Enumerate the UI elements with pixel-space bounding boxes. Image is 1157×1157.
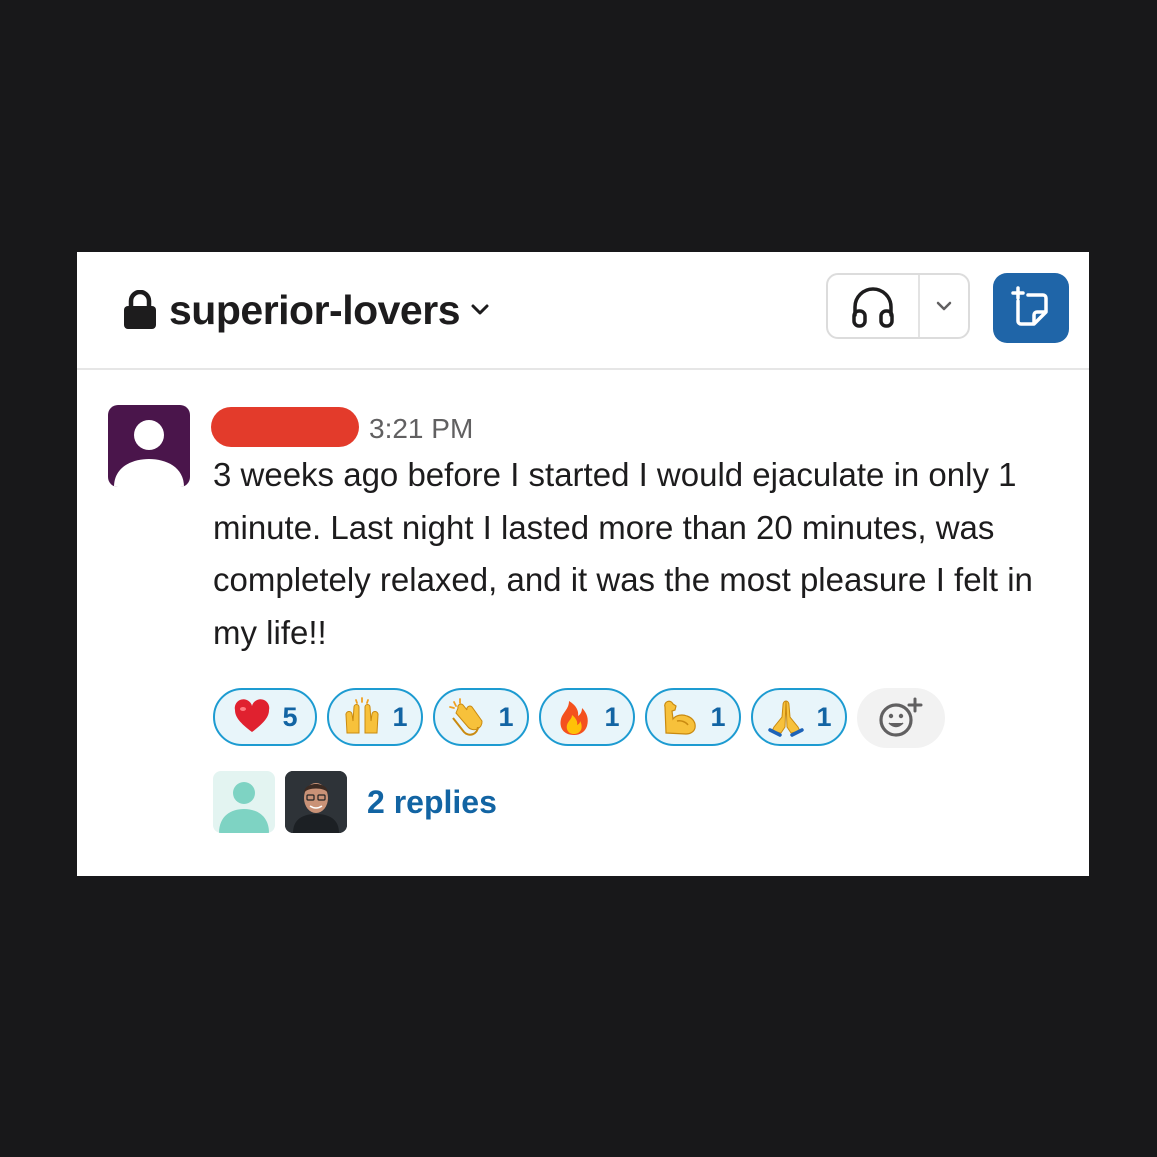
reply-avatar — [213, 771, 275, 833]
thread-replies-link[interactable]: 2 replies — [213, 771, 497, 833]
reaction-flexed-biceps[interactable]: 1 — [645, 688, 741, 746]
reaction-count: 1 — [816, 701, 832, 732]
reaction-bar: 5 1 1 1 1 1 — [213, 688, 945, 748]
reaction-red-heart[interactable]: 5 — [213, 688, 317, 746]
profile-photo-icon — [285, 771, 347, 833]
channel-header: superior-lovers — [77, 252, 1089, 370]
reaction-count: 1 — [710, 701, 726, 732]
raising-hands-icon — [345, 697, 379, 734]
add-reaction-button[interactable] — [857, 688, 945, 748]
flexed-biceps-icon — [664, 700, 697, 735]
reply-avatar — [285, 771, 347, 833]
reaction-fire[interactable]: 1 — [539, 688, 635, 746]
message-card: superior-lovers 3:21 PM 3 weeks ago befo… — [77, 252, 1089, 876]
fire-icon — [560, 701, 589, 735]
reaction-count: 1 — [604, 701, 620, 732]
add-emoji-icon — [879, 697, 923, 737]
reaction-count: 1 — [392, 701, 408, 732]
chevron-down-icon — [471, 304, 489, 315]
folded-hands-icon — [768, 700, 805, 737]
user-silhouette-icon — [219, 782, 269, 833]
lock-icon — [124, 290, 156, 329]
canvas-icon — [1011, 286, 1048, 326]
channel-title-button[interactable]: superior-lovers — [123, 280, 490, 340]
reaction-count: 5 — [282, 701, 298, 732]
message-text: 3 weeks ago before I started I would eja… — [213, 456, 1033, 651]
message-timestamp[interactable]: 3:21 PM — [369, 413, 473, 445]
reaction-clapping-hands[interactable]: 1 — [433, 688, 529, 746]
clapping-hands-icon — [449, 698, 483, 736]
channel-name: superior-lovers — [169, 286, 461, 333]
huddle-controls — [826, 273, 970, 339]
huddle-button[interactable] — [828, 275, 920, 337]
canvas-button[interactable] — [993, 273, 1069, 343]
headphones-icon — [852, 287, 894, 328]
reply-count[interactable]: 2 replies — [367, 784, 497, 821]
reaction-folded-hands[interactable]: 1 — [751, 688, 847, 746]
user-silhouette-icon — [114, 420, 184, 487]
reaction-raising-hands[interactable]: 1 — [327, 688, 423, 746]
chevron-down-icon — [936, 301, 952, 311]
huddle-options-button[interactable] — [920, 275, 968, 337]
author-name-redacted[interactable] — [211, 407, 359, 447]
red-heart-icon — [235, 699, 270, 732]
author-avatar[interactable] — [108, 405, 190, 487]
reaction-count: 1 — [498, 701, 514, 732]
